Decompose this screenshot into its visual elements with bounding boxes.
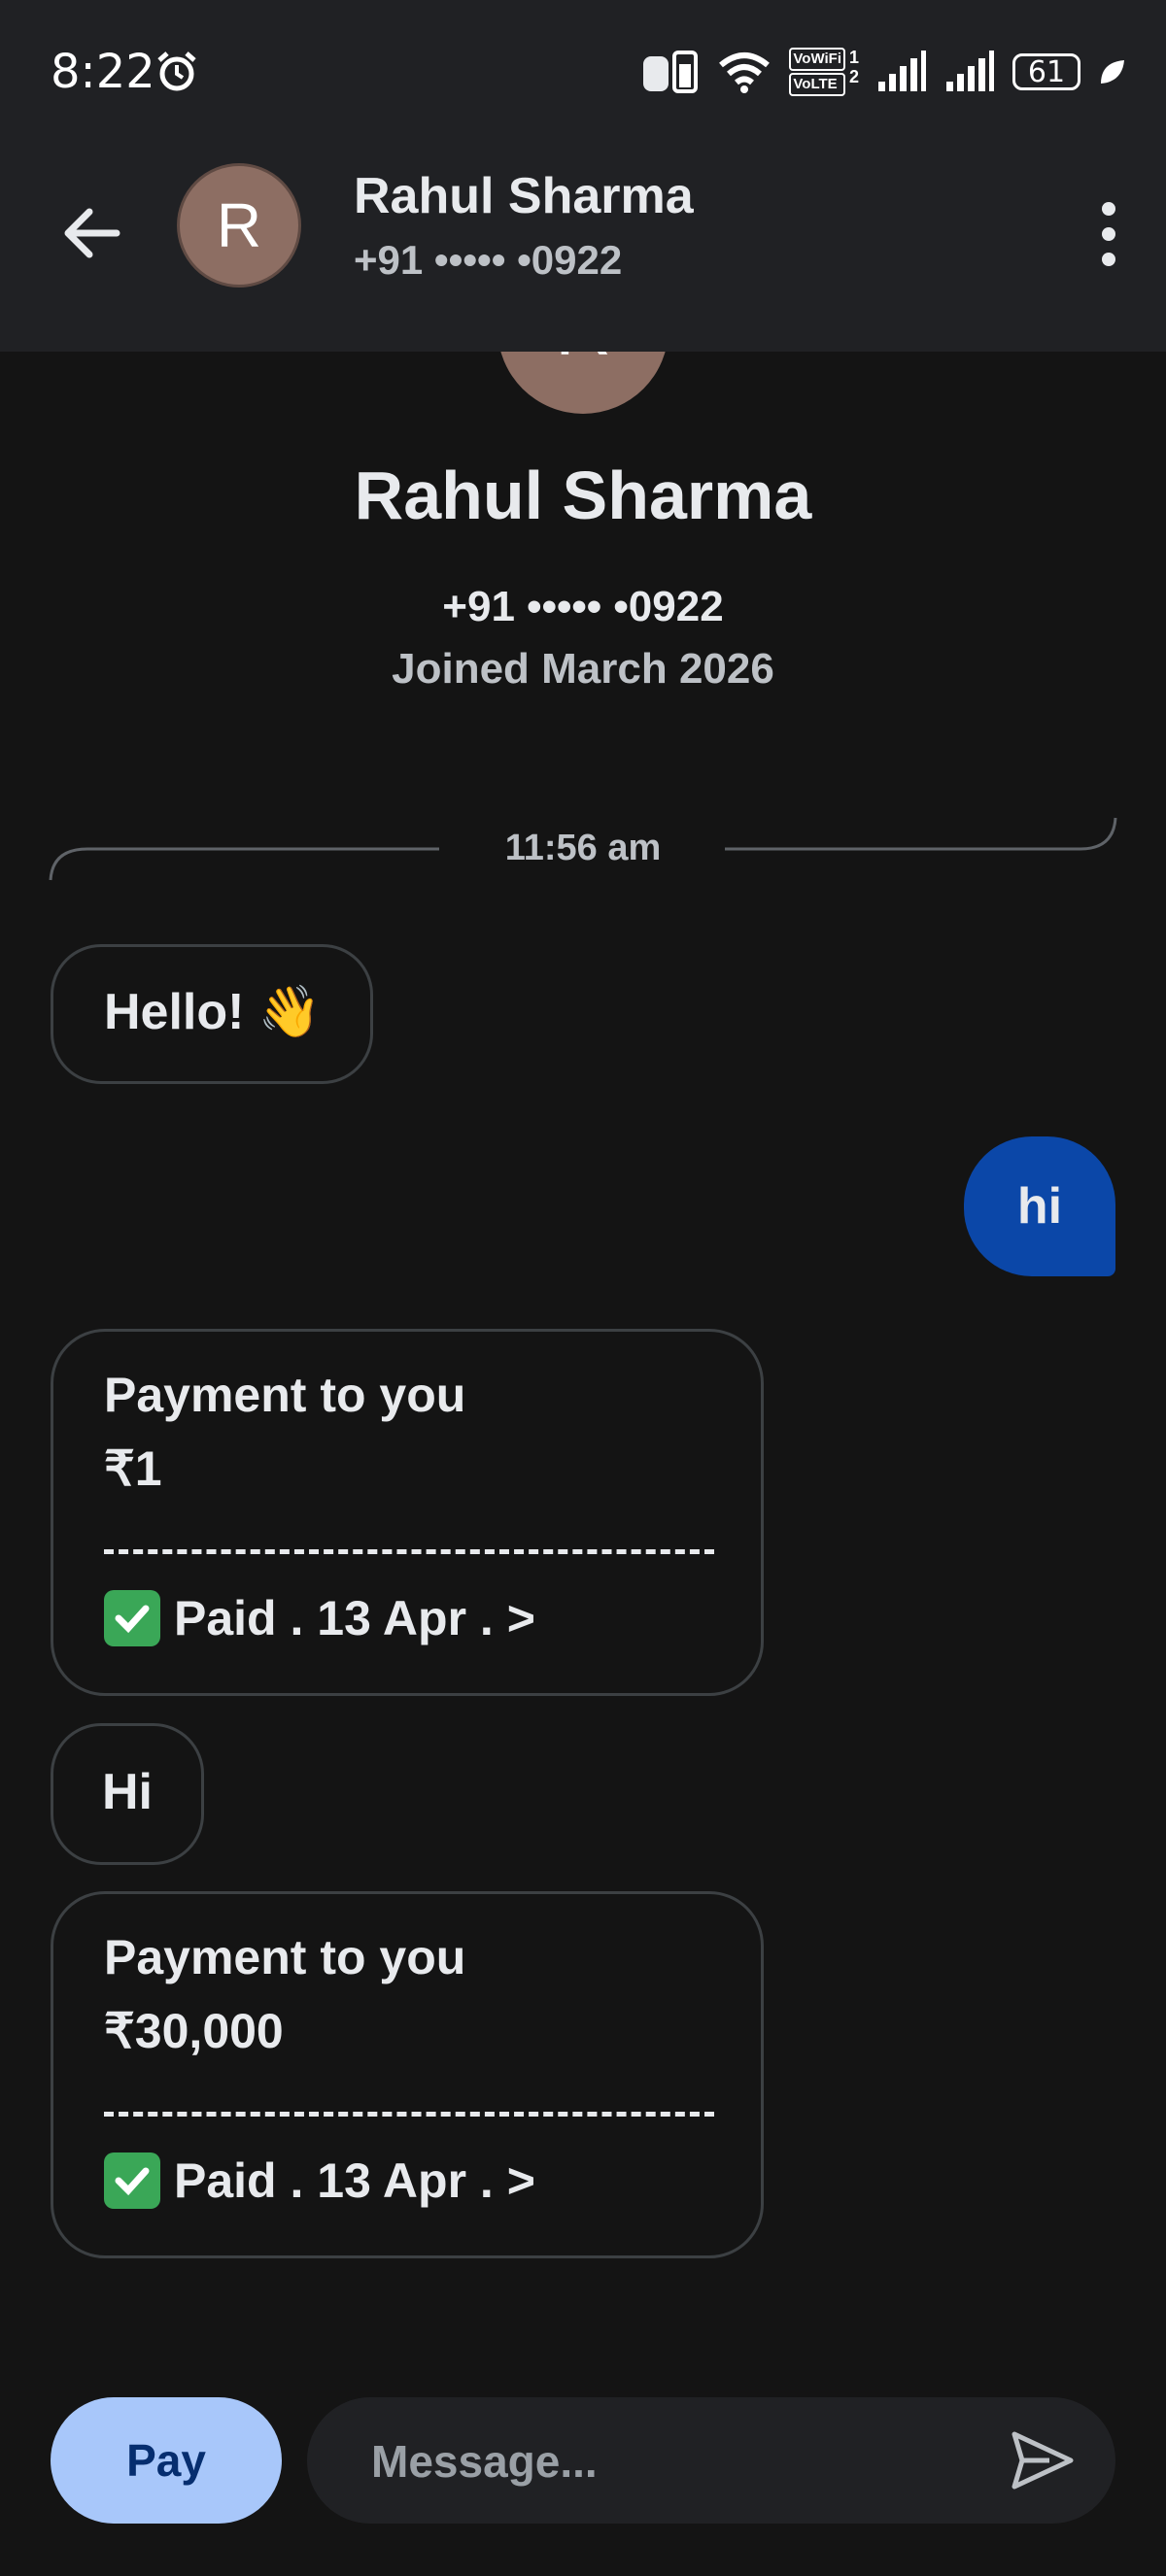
payment-status-text: Paid . 13 Apr . > [174,2153,535,2208]
message-timestamp: 11:56 am [504,828,662,868]
message-text: hi [1016,1178,1063,1235]
incoming-message[interactable]: Hi [51,1723,204,1865]
check-icon [104,2152,160,2209]
sim1-label: 1 [848,48,859,67]
alarm-icon [157,51,196,91]
payment-status[interactable]: Paid . 13 Apr . > [104,1590,535,1646]
status-bar: 8:22 VoWiFi VoLTE 1 2 61 [0,0,1166,146]
sim2-label: 2 [848,67,859,86]
status-time: 8:22 [51,45,155,99]
payment-card[interactable]: Payment to you ₹1 Paid . 13 Apr . > [51,1329,764,1696]
network-labels: VoWiFi VoLTE 1 2 [789,48,859,96]
payment-amount: ₹1 [104,1441,162,1496]
message-text: Hi [102,1764,153,1820]
vibrate-icon [643,51,699,93]
payment-amount: ₹30,000 [104,2004,284,2058]
volte-label: VoLTE [789,73,845,96]
status-icons: VoWiFi VoLTE 1 2 61 [641,43,1127,101]
avatar[interactable]: R [177,163,301,288]
incoming-message[interactable]: Hello! 👋 [51,944,373,1084]
message-text: Hello! 👋 [104,984,322,1040]
vowifi-label: VoWiFi [789,48,845,71]
profile-joined-date: Joined March 2026 [392,645,774,693]
pay-button[interactable]: Pay [51,2397,282,2524]
signal-icon [878,51,926,91]
more-options-icon[interactable] [1096,200,1121,268]
battery-level: 61 [1027,54,1066,89]
payment-divider [104,1549,714,1554]
payment-title: Payment to you [104,1930,466,1984]
payment-status-text: Paid . 13 Apr . > [174,1591,535,1645]
contact-name[interactable]: Rahul Sharma [354,167,694,225]
battery-indicator: 61 [1012,53,1080,90]
outgoing-message[interactable]: hi [964,1136,1115,1276]
check-icon [104,1590,160,1646]
contact-phone: +91 ••••• •0922 [354,237,623,283]
payment-card[interactable]: Payment to you ₹30,000 Paid . 13 Apr . > [51,1891,764,2258]
message-input[interactable] [369,2397,976,2525]
leaf-icon [1101,60,1124,84]
send-icon[interactable] [1011,2430,1075,2491]
profile-phone: +91 ••••• •0922 [442,583,724,630]
profile-name: Rahul Sharma [354,458,812,533]
payment-title: Payment to you [104,1368,466,1422]
payment-status[interactable]: Paid . 13 Apr . > [104,2152,535,2209]
message-field [307,2397,1115,2525]
signal-icon [946,51,994,91]
payment-divider [104,2112,714,2117]
wifi-icon [719,52,771,93]
app-bar: R Rahul Sharma +91 ••••• •0922 [0,146,1166,352]
back-arrow-icon[interactable] [56,198,126,268]
